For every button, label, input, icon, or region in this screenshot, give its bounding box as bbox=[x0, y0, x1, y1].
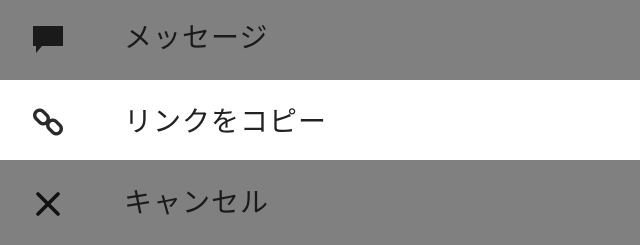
copy-link-option[interactable]: リンクをコピー bbox=[0, 80, 640, 160]
message-icon bbox=[28, 20, 68, 60]
cancel-option[interactable]: キャンセル bbox=[0, 160, 640, 245]
close-icon bbox=[28, 184, 68, 224]
message-option[interactable]: メッセージ bbox=[0, 0, 640, 80]
copy-link-option-label: リンクをコピー bbox=[124, 105, 328, 138]
share-action-sheet: メッセージ リンクをコピー キャンセル bbox=[0, 0, 640, 245]
cancel-option-label: キャンセル bbox=[124, 186, 270, 219]
link-icon bbox=[28, 102, 68, 142]
message-option-label: メッセージ bbox=[124, 21, 269, 54]
